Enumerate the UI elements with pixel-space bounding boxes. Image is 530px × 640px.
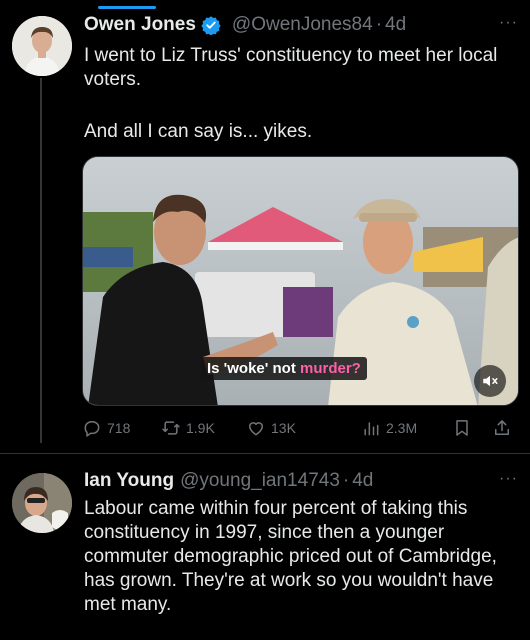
reply-icon <box>84 421 100 437</box>
avatar[interactable] <box>12 473 72 533</box>
view-count: 2.3M <box>386 420 418 436</box>
avatar[interactable] <box>12 16 72 76</box>
more-options-icon[interactable]: ··· <box>499 14 518 32</box>
views-chart-icon <box>364 422 379 436</box>
video-player[interactable]: Is 'woke' not murder? <box>82 156 519 406</box>
separator-dot: · <box>342 470 350 491</box>
caption-text: Is 'woke' not <box>207 360 300 377</box>
reply-text: Labour came within four percent of takin… <box>84 498 497 615</box>
reply-header: Ian Young @young_ian14743 · 4d <box>84 470 373 492</box>
retweet-button[interactable]: 1.9K <box>161 418 215 438</box>
timestamp[interactable]: 4d <box>352 470 373 492</box>
share-icon <box>495 420 509 435</box>
author-name[interactable]: Ian Young <box>84 470 174 492</box>
bookmark-button[interactable] <box>452 418 477 438</box>
heart-icon <box>249 422 263 436</box>
tweet-header: Owen Jones @OwenJones84 · 4d <box>84 14 406 36</box>
video-caption: Is 'woke' not murder? <box>201 357 367 380</box>
verified-badge-icon <box>201 16 221 35</box>
tweet-actions: 718 1.9K 13K 2.3M <box>82 418 518 442</box>
like-count: 13K <box>271 420 296 436</box>
author-handle[interactable]: @young_ian14743 <box>180 470 340 492</box>
reply-count: 718 <box>107 420 131 436</box>
author-handle[interactable]: @OwenJones84 <box>232 14 373 36</box>
separator-dot: · <box>375 14 383 35</box>
thread-connector-line <box>40 78 42 443</box>
avatar-image <box>12 16 72 76</box>
retweet-icon <box>162 421 180 435</box>
timestamp[interactable]: 4d <box>385 14 406 36</box>
caption-highlight: murder? <box>299 360 361 377</box>
retweet-count: 1.9K <box>186 420 215 436</box>
more-options-icon[interactable]: ··· <box>499 470 518 488</box>
views-button[interactable]: 2.3M <box>361 418 417 438</box>
like-button[interactable]: 13K <box>246 418 296 438</box>
reply-button[interactable]: 718 <box>82 418 130 438</box>
tweet-text-line1: I went to Liz Truss' constituency to mee… <box>84 45 498 90</box>
avatar-image <box>12 473 72 533</box>
top-indicator-line <box>98 6 156 9</box>
muted-speaker-icon <box>483 375 498 387</box>
share-button[interactable] <box>492 418 517 438</box>
tweet-text-line2: And all I can say is... yikes. <box>84 121 313 142</box>
bookmark-icon <box>456 420 468 436</box>
mute-button[interactable] <box>474 365 506 397</box>
tweet-divider <box>0 453 530 454</box>
author-name[interactable]: Owen Jones <box>84 14 196 36</box>
